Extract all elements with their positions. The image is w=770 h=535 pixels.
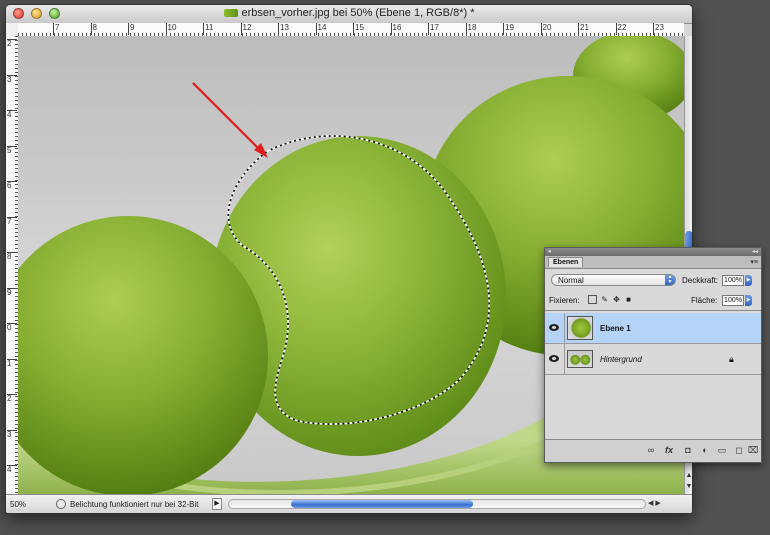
folder-icon[interactable]: ▭ <box>716 445 728 456</box>
scroll-down-icon[interactable]: ▼ <box>685 483 692 490</box>
ruler-tick-label: 21 <box>578 23 589 35</box>
visibility-toggle[interactable] <box>545 313 565 343</box>
ruler-tick-label: 18 <box>465 23 476 35</box>
lock-transparency-icon[interactable] <box>588 295 597 304</box>
ruler-tick-label: 1 <box>7 358 17 368</box>
ruler-tick-label: 17 <box>428 23 439 35</box>
status-info-icon[interactable] <box>56 499 66 509</box>
lock-icon: 🔒︎ <box>729 354 734 364</box>
ruler-tick-label: 3 <box>7 429 17 439</box>
ruler-tick-label: 0 <box>7 323 17 332</box>
horizontal-scroll-thumb[interactable] <box>291 500 473 508</box>
ruler-tick-label: 4 <box>7 110 17 119</box>
ruler-tick-label: 8 <box>90 23 97 35</box>
layer-thumbnail[interactable] <box>567 316 593 340</box>
ruler-tick-label: 13 <box>278 23 289 35</box>
title-bar[interactable]: erbsen_vorher.jpg bei 50% (Ebene 1, RGB/… <box>6 5 692 24</box>
new-layer-icon[interactable]: ◻ <box>733 445 745 456</box>
panel-tabbar: Ebenen ▾≡ <box>545 256 761 269</box>
status-bar: 50% Belichtung funktioniert nur bei 32-B… <box>6 494 692 513</box>
lock-all-icon[interactable]: ■ <box>624 295 633 304</box>
fx-icon[interactable]: fx <box>663 445 675 455</box>
blend-mode-value: Normal <box>558 276 584 285</box>
document-title: erbsen_vorher.jpg bei 50% (Ebene 1, RGB/… <box>6 7 692 19</box>
ruler-tick-label: 16 <box>390 23 401 35</box>
ruler-tick-label: 10 <box>165 23 176 35</box>
ruler-tick-label: 22 <box>615 23 626 35</box>
panel-collapse-icon[interactable]: ◂◂ <box>752 248 758 255</box>
horizontal-scroll-arrows-icon[interactable]: ◀ ▶ <box>648 499 661 507</box>
eye-icon[interactable] <box>549 355 559 362</box>
tab-layers[interactable]: Ebenen <box>548 257 584 267</box>
eye-icon[interactable] <box>549 324 559 331</box>
ruler-tick-label: 8 <box>7 252 17 261</box>
fill-input[interactable]: 100% <box>722 295 744 306</box>
opacity-label: Deckkraft: <box>682 276 719 285</box>
zoom-level-field[interactable]: 50% <box>10 500 48 509</box>
horizontal-scrollbar[interactable] <box>228 499 646 509</box>
annotation-arrow-line <box>192 82 262 152</box>
document-proxy-icon <box>223 9 238 18</box>
trash-icon[interactable]: ⌧ <box>747 445 759 456</box>
ruler-tick-label: 7 <box>7 216 17 226</box>
ruler-tick-label: 12 <box>240 23 251 35</box>
panel-close-icon[interactable]: ● <box>548 249 552 255</box>
lock-position-icon[interactable]: ✥ <box>612 295 621 304</box>
panel-titlebar[interactable]: ● ◂◂ <box>545 248 761 256</box>
visibility-toggle[interactable] <box>545 344 565 374</box>
layer-row-ebene-1[interactable]: Ebene 1 <box>545 313 761 344</box>
ruler-tick-label: 23 <box>653 23 664 35</box>
ruler-tick-label: 2 <box>7 39 17 48</box>
layer-name[interactable]: Hintergrund <box>600 355 642 364</box>
ruler-tick-label: 14 <box>315 23 326 35</box>
ruler-tick-label: 19 <box>503 23 514 35</box>
layer-thumbnail[interactable] <box>567 350 593 368</box>
ruler-tick-label: 15 <box>353 23 364 35</box>
lock-label: Fixieren: <box>549 296 580 305</box>
blend-mode-select[interactable]: Normal ▲ ▼ <box>551 274 676 286</box>
fill-dropdown-icon[interactable]: ▶ <box>745 295 752 306</box>
ruler-tick-label: 7 <box>53 23 59 35</box>
mask-icon[interactable]: ◘ <box>682 445 694 455</box>
panel-footer: ∞ fx ◘ ◐ ▭ ◻ ⌧ <box>545 439 761 462</box>
ruler-tick-label: 6 <box>7 181 17 190</box>
opacity-dropdown-icon[interactable]: ▶ <box>745 275 752 286</box>
ruler-tick-label: 11 <box>203 23 213 35</box>
layers-panel: ● ◂◂ Ebenen ▾≡ Normal ▲ ▼ Deckkraft: 100%… <box>544 247 762 463</box>
layer-name[interactable]: Ebene 1 <box>600 324 631 333</box>
ruler-tick-label: 2 <box>7 394 17 403</box>
opacity-input[interactable]: 100% <box>722 275 744 286</box>
fill-label: Fläche: <box>691 296 718 305</box>
ruler-tick-label: 3 <box>7 74 17 84</box>
ruler-tick-label: 5 <box>7 145 17 155</box>
ruler-tick-label: 9 <box>7 287 17 297</box>
adjustment-icon[interactable]: ◐ <box>699 445 711 455</box>
ruler-tick-label: 20 <box>540 23 551 35</box>
blend-mode-stepper-icon[interactable]: ▲ ▼ <box>665 275 675 285</box>
lock-brush-icon[interactable]: ✎ <box>600 295 609 304</box>
layer-row-hintergrund[interactable]: Hintergrund 🔒︎ <box>545 344 761 375</box>
panel-menu-icon[interactable]: ▾≡ <box>750 258 758 266</box>
layers-list: Ebene 1 Hintergrund 🔒︎ <box>545 310 761 440</box>
link-icon[interactable]: ∞ <box>645 445 657 455</box>
ruler-tick-label: 9 <box>128 23 134 35</box>
scroll-up-icon[interactable]: ▲ <box>685 472 692 479</box>
ruler-tick-label: 4 <box>7 465 17 474</box>
horizontal-ruler[interactable]: 7 8 9 10 11 12 13 14 15 16 17 18 19 20 21 22 23 <box>18 23 684 37</box>
status-message: Belichtung funktioniert nur bei 32-Bit <box>70 500 199 509</box>
document-title-text: erbsen_vorher.jpg bei 50% (Ebene 1, RGB/… <box>241 7 475 19</box>
status-menu-arrow-icon[interactable]: ▶ <box>212 498 222 510</box>
